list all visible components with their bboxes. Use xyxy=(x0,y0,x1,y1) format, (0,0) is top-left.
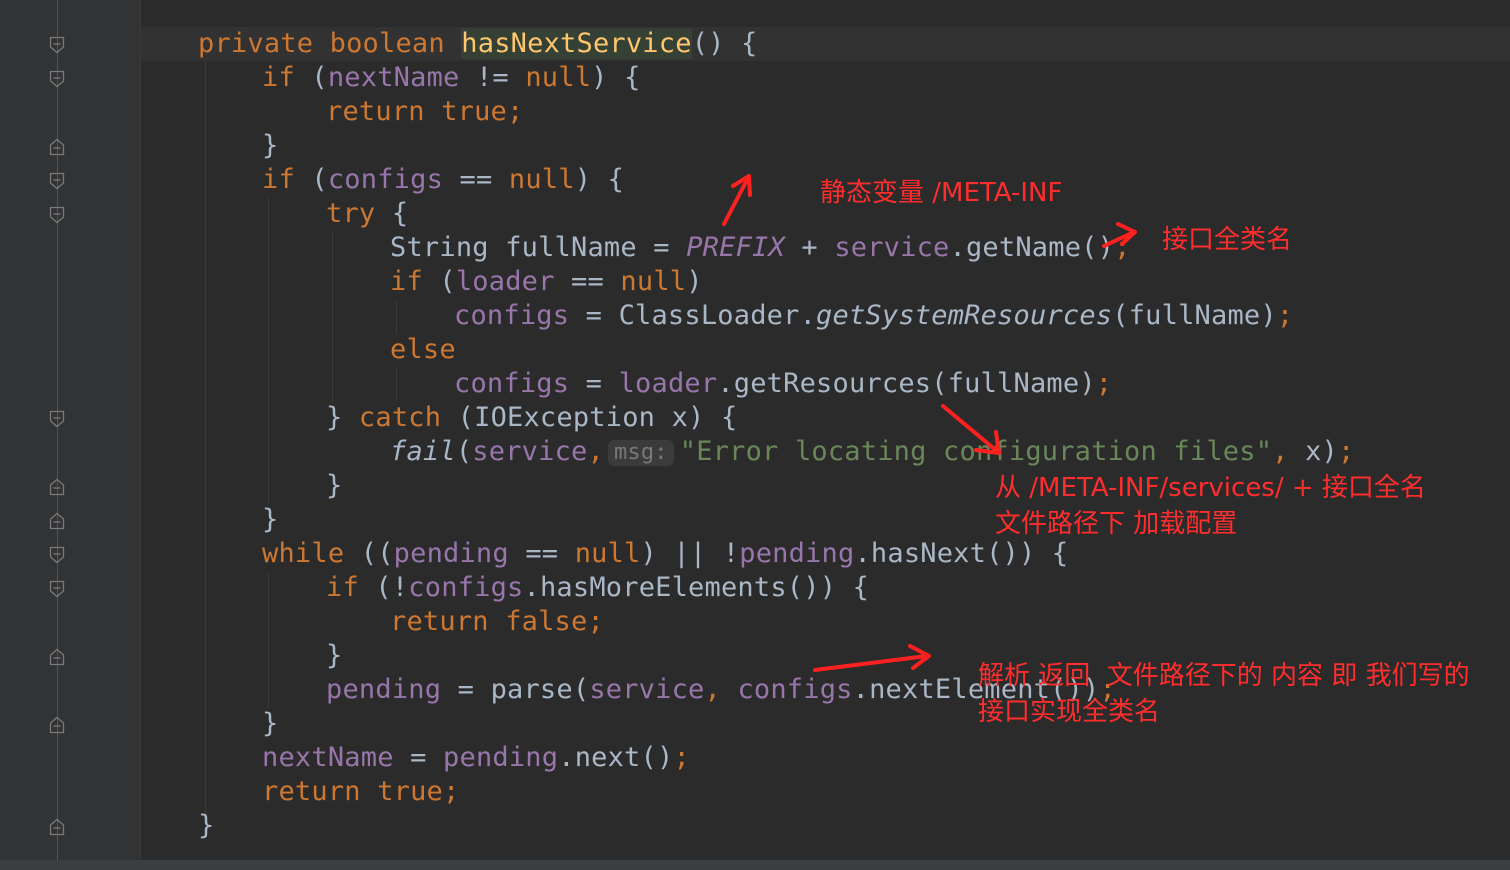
annotation-arrows xyxy=(722,174,1137,672)
annotation-load-config: 从 /META-INF/services/ + 接口全名 xyxy=(995,473,1426,503)
annotation-static-var: 静态变量 /META-INF xyxy=(820,178,1063,208)
arrow-icon xyxy=(941,404,1001,455)
arrow-icon xyxy=(813,644,931,672)
arrow-icon xyxy=(722,174,752,226)
arrow-icon xyxy=(1102,222,1137,248)
annotation-interface-name: 接口全类名 xyxy=(1162,225,1293,255)
annotation-parse: 接口实现全类名 xyxy=(978,697,1161,727)
annotation-load-config: 文件路径下 加载配置 xyxy=(995,509,1238,539)
annotation-parse: 解析 返回 文件路径下的 内容 即 我们写的 xyxy=(978,661,1470,691)
